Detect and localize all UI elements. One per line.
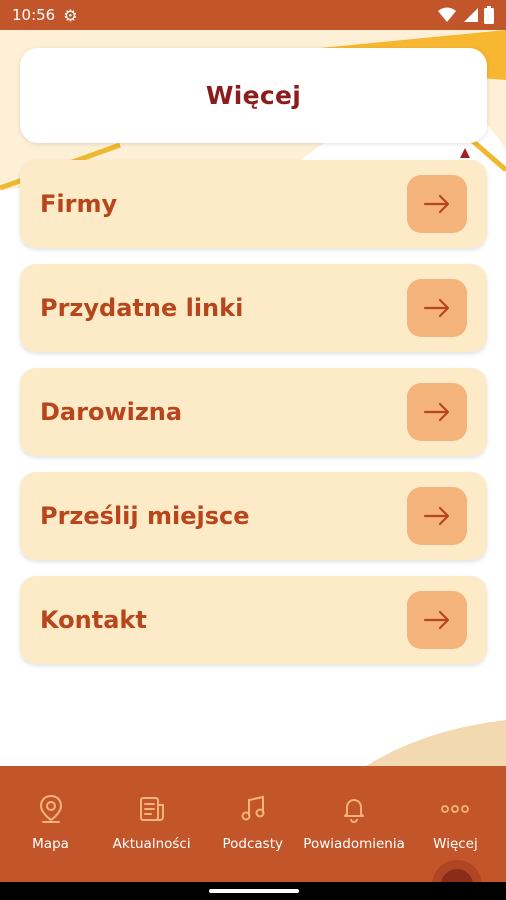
arrow-right-icon <box>423 298 450 318</box>
menu-item-firmy[interactable]: Firmy <box>20 160 487 248</box>
nav-label: Podcasty <box>222 836 283 852</box>
signal-icon <box>464 8 478 22</box>
arrow-right-button[interactable] <box>407 175 467 233</box>
nav-label: Więcej <box>433 836 478 852</box>
status-time: 10:56 <box>12 6 56 24</box>
status-bar: 10:56 ⚙ <box>0 0 506 30</box>
menu-list: Firmy Przydatne linki Darowizna Prześlij… <box>20 160 487 680</box>
arrow-right-icon <box>423 610 450 630</box>
bottom-nav: Mapa Aktualności Podcasty Powiadomienia … <box>0 766 506 882</box>
arrow-right-button[interactable] <box>407 279 467 337</box>
nav-item-mapa[interactable]: Mapa <box>0 766 101 882</box>
music-note-icon <box>240 794 266 824</box>
nav-label: Aktualności <box>112 836 191 852</box>
menu-item-przydatne-linki[interactable]: Przydatne linki <box>20 264 487 352</box>
page-title: Więcej <box>205 81 302 110</box>
menu-item-label: Firmy <box>40 190 118 218</box>
nav-item-powiadomienia[interactable]: Powiadomienia <box>303 766 405 882</box>
map-pin-icon <box>38 794 64 824</box>
arrow-right-button[interactable] <box>407 487 467 545</box>
header-card: Więcej <box>20 48 487 143</box>
nav-label: Powiadomienia <box>303 836 405 852</box>
arrow-right-button[interactable] <box>407 383 467 441</box>
arrow-right-icon <box>423 506 450 526</box>
arrow-right-icon <box>423 194 450 214</box>
menu-item-przeslij-miejsce[interactable]: Prześlij miejsce <box>20 472 487 560</box>
menu-item-label: Darowizna <box>40 398 183 426</box>
bell-icon <box>341 794 367 824</box>
home-gesture-handle[interactable] <box>209 889 299 893</box>
newspaper-icon <box>138 794 166 824</box>
menu-item-kontakt[interactable]: Kontakt <box>20 576 487 664</box>
menu-item-label: Przydatne linki <box>40 294 244 322</box>
arrow-right-icon <box>423 402 450 422</box>
system-navigation-bar <box>0 882 506 900</box>
settings-gear-icon: ⚙ <box>63 5 78 25</box>
nav-item-aktualnosci[interactable]: Aktualności <box>101 766 202 882</box>
menu-item-label: Prześlij miejsce <box>40 502 250 530</box>
nav-label: Mapa <box>32 836 69 852</box>
menu-item-darowizna[interactable]: Darowizna <box>20 368 487 456</box>
wifi-icon <box>438 7 456 22</box>
more-dots-icon <box>441 794 470 824</box>
battery-icon <box>484 6 494 24</box>
arrow-right-button[interactable] <box>407 591 467 649</box>
status-icons <box>438 6 494 24</box>
nav-item-podcasty[interactable]: Podcasty <box>202 766 303 882</box>
menu-item-label: Kontakt <box>40 606 147 634</box>
